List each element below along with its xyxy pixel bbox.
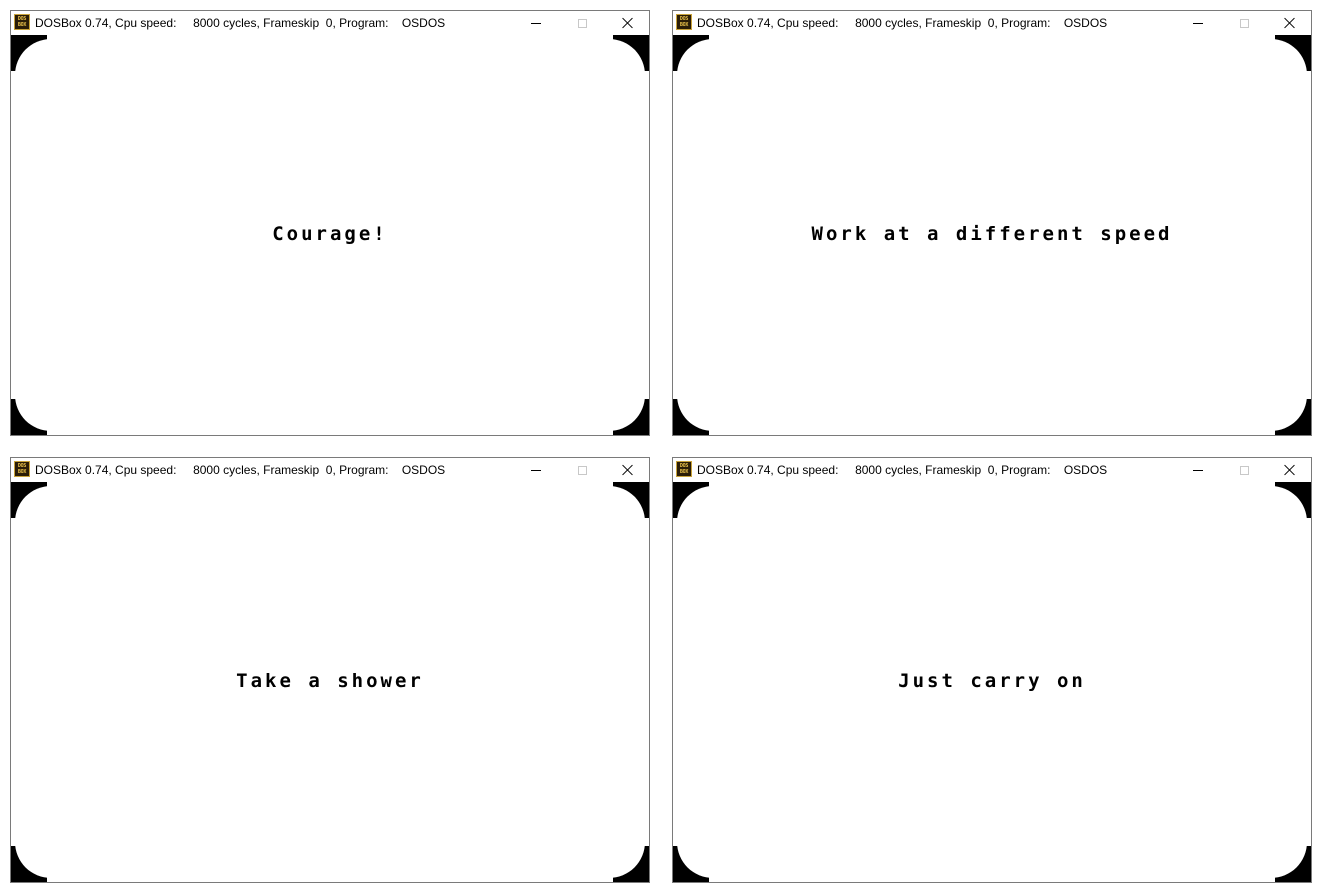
close-button[interactable] [1267,11,1313,35]
title-bar[interactable]: DOS BOX DOSBox 0.74, Cpu speed: 8000 cycl… [673,458,1311,482]
maximize-button[interactable] [1221,458,1267,482]
dosbox-icon[interactable]: DOS BOX [676,14,692,30]
crt-corner [573,359,649,435]
close-button[interactable] [605,458,651,482]
window-title: DOSBox 0.74, Cpu speed: 8000 cycles, Fra… [697,16,1108,30]
crt-corner [573,482,649,558]
crt-corner [673,482,749,558]
crt-corner [11,482,87,558]
maximize-button[interactable] [1221,11,1267,35]
minimize-button[interactable] [1175,458,1221,482]
window-title: DOSBox 0.74, Cpu speed: 8000 cycles, Fra… [35,463,446,477]
window-title: DOSBox 0.74, Cpu speed: 8000 cycles, Fra… [697,463,1108,477]
minimize-icon [531,22,541,24]
dosbox-window-4[interactable]: DOS BOX DOSBox 0.74, Cpu speed: 8000 cycl… [672,457,1312,883]
screen-message: Take a shower [236,670,424,692]
dos-screen[interactable]: Take a shower [11,482,649,882]
crt-corner [573,806,649,882]
window-title: DOSBox 0.74, Cpu speed: 8000 cycles, Fra… [35,16,446,30]
maximize-icon [577,18,587,28]
dosbox-window-1[interactable]: DOS BOX DOSBox 0.74, Cpu speed: 8000 cycl… [10,10,650,436]
minimize-icon [1193,469,1203,471]
dosbox-icon[interactable]: DOS BOX [14,14,30,30]
crt-corner [573,35,649,111]
crt-corner [11,359,87,435]
dos-screen[interactable]: Work at a different speed [673,35,1311,435]
minimize-icon [1193,22,1203,24]
maximize-icon [1239,18,1249,28]
title-bar[interactable]: DOS BOX DOSBox 0.74, Cpu speed: 8000 cycl… [11,11,649,35]
maximize-icon [1239,465,1249,475]
maximize-button[interactable] [559,458,605,482]
crt-corner [673,806,749,882]
screen-message: Just carry on [898,670,1086,692]
minimize-icon [531,469,541,471]
crt-corner [11,35,87,111]
crt-corner [673,35,749,111]
minimize-button[interactable] [513,458,559,482]
crt-corner [1235,35,1311,111]
crt-corner [1235,482,1311,558]
minimize-button[interactable] [513,11,559,35]
dosbox-icon[interactable]: DOS BOX [14,461,30,477]
screen-message: Courage! [272,223,388,245]
maximize-icon [577,465,587,475]
maximize-button[interactable] [559,11,605,35]
desktop: DOS BOX DOSBox 0.74, Cpu speed: 8000 cycl… [0,0,1324,894]
close-icon [1284,17,1296,29]
close-icon [622,17,634,29]
dosbox-icon[interactable]: DOS BOX [676,461,692,477]
crt-corner [11,806,87,882]
screen-message: Work at a different speed [811,223,1173,245]
crt-corner [673,359,749,435]
crt-corner [1235,806,1311,882]
dosbox-window-3[interactable]: DOS BOX DOSBox 0.74, Cpu speed: 8000 cycl… [10,457,650,883]
close-icon [1284,464,1296,476]
crt-corner [1235,359,1311,435]
dos-screen[interactable]: Just carry on [673,482,1311,882]
title-bar[interactable]: DOS BOX DOSBox 0.74, Cpu speed: 8000 cycl… [11,458,649,482]
dosbox-window-2[interactable]: DOS BOX DOSBox 0.74, Cpu speed: 8000 cycl… [672,10,1312,436]
close-button[interactable] [1267,458,1313,482]
close-button[interactable] [605,11,651,35]
close-icon [622,464,634,476]
title-bar[interactable]: DOS BOX DOSBox 0.74, Cpu speed: 8000 cycl… [673,11,1311,35]
minimize-button[interactable] [1175,11,1221,35]
dos-screen[interactable]: Courage! [11,35,649,435]
